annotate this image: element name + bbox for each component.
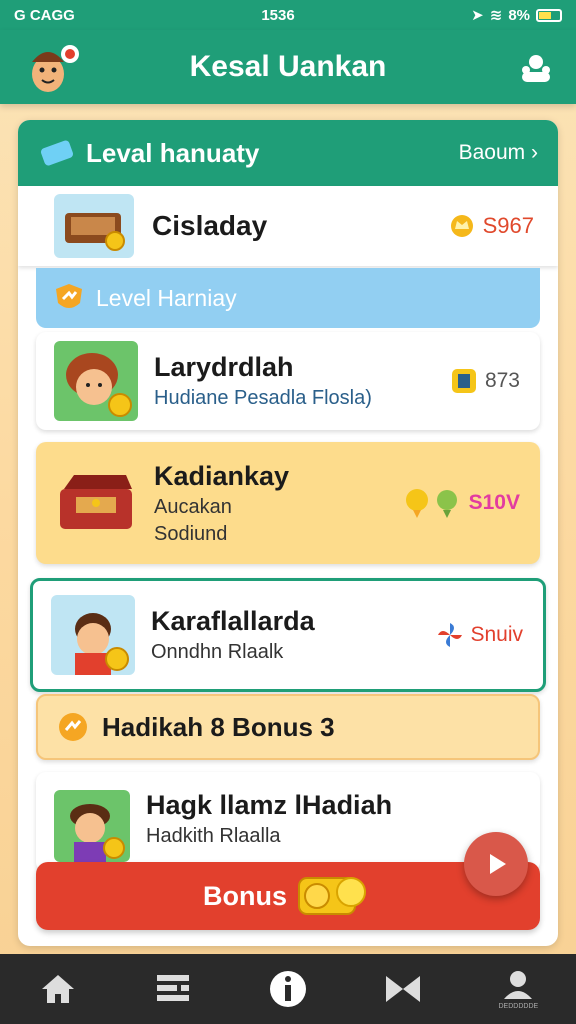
shield-icon: [56, 284, 82, 308]
panel-link-label: Baoum: [458, 141, 526, 164]
medal-icon: [405, 489, 457, 518]
top-item-row[interactable]: Cisladay S967: [18, 186, 558, 266]
item-subtitle: Onndhn Rlaalk: [151, 641, 284, 663]
clock: 1536: [261, 6, 295, 24]
item-name: Larydrdlah: [154, 352, 294, 382]
nav-profile[interactable]: DEDDDDDE: [488, 959, 548, 1019]
item-value-text: S10V: [468, 491, 520, 514]
pinwheel-icon: [438, 623, 463, 647]
nav-info[interactable]: [258, 959, 318, 1019]
nav-home[interactable]: [28, 959, 88, 1019]
info-icon: [269, 971, 306, 1007]
panel-link[interactable]: Baoum ›: [459, 141, 538, 165]
level-subheader: Level Harniay: [36, 268, 540, 328]
carrier-label: G CAGG: [14, 6, 75, 24]
battery-icon: [536, 8, 562, 22]
item-name: Kadiankay: [154, 460, 290, 491]
treasure-chest-icon: [60, 475, 132, 529]
item-subtitle-2: Sodiund: [154, 522, 228, 545]
panel-title: Leval hanuaty: [86, 137, 260, 168]
item-value-text: Snuiv: [470, 623, 523, 646]
subheader-label: Level Harniay: [96, 284, 237, 311]
item-value: S10V: [403, 486, 520, 520]
bottom-nav: DEDDDDDE: [0, 954, 576, 1024]
item-subtitle: Aucakan: [154, 495, 232, 518]
settings-button[interactable]: [516, 48, 556, 88]
gear-icon: [522, 55, 550, 82]
item-subtitle: Hudiane Pesadla Flosla): [154, 387, 372, 409]
item-name: Karaflallarda: [151, 606, 315, 636]
item-name: Hagk llamz lHadiah: [146, 790, 393, 820]
list-item[interactable]: Larydrdlah Hudiane Pesadla Flosla) 873: [36, 332, 540, 430]
item-value: Snuiv: [436, 621, 523, 649]
bonus-banner-title: Hadikah 8 Bonus 3: [102, 711, 335, 742]
adventurer-avatar: [54, 341, 138, 421]
list-icon: [156, 975, 189, 1001]
explorer-avatar: [51, 595, 135, 675]
list-item[interactable]: Karaflallarda Onndhn Rlaalk Snuiv: [30, 578, 546, 692]
nav-profile-caption: DEDDDDDE: [498, 1002, 539, 1010]
bonus-banner[interactable]: Hadikah 8 Bonus 3: [36, 694, 540, 760]
app-bar: Kesal Uankan: [0, 30, 576, 104]
bonus-button-label: Bonus: [203, 880, 287, 911]
battery-label: 8%: [508, 6, 530, 24]
home-icon: [41, 975, 74, 1003]
location-icon: ➤: [471, 7, 484, 24]
status-icons: ➤ ≋ 8%: [422, 6, 562, 24]
badge-icon: [451, 369, 476, 393]
play-icon: [490, 854, 506, 874]
mascot-icon[interactable]: [22, 38, 82, 98]
item-value-text: 873: [484, 369, 520, 392]
level-panel: Leval hanuaty Baoum › Cisladay S967 Leve…: [18, 120, 558, 946]
pirate-avatar: [54, 790, 130, 862]
item-subtitle: Hadkith Rlaalla: [146, 825, 281, 847]
top-item-value: S967: [447, 213, 534, 239]
nav-list[interactable]: [143, 959, 203, 1019]
item-value: 873: [449, 366, 520, 396]
coins-icon: [298, 877, 366, 915]
top-item-value-text: S967: [482, 213, 534, 238]
bonus-coin-icon: [59, 713, 87, 741]
list-item[interactable]: Kadiankay Aucakan Sodiund S10V: [36, 442, 540, 564]
ticket-icon: [40, 140, 74, 166]
profile-icon: [504, 970, 533, 999]
status-bar: G CAGG 1536 ➤ ≋ 8%: [0, 0, 576, 30]
play-button[interactable]: [464, 832, 528, 896]
app-title: Kesal Uankan: [189, 50, 387, 83]
wifi-icon: ≋: [489, 7, 503, 24]
chest-thumbnail: [54, 194, 134, 258]
nav-bowtie[interactable]: [373, 959, 433, 1019]
top-item-name: Cisladay: [152, 210, 268, 241]
panel-header: Leval hanuaty Baoum ›: [18, 120, 558, 186]
crown-coin-icon: [450, 215, 473, 237]
bowtie-icon: [386, 976, 421, 1002]
